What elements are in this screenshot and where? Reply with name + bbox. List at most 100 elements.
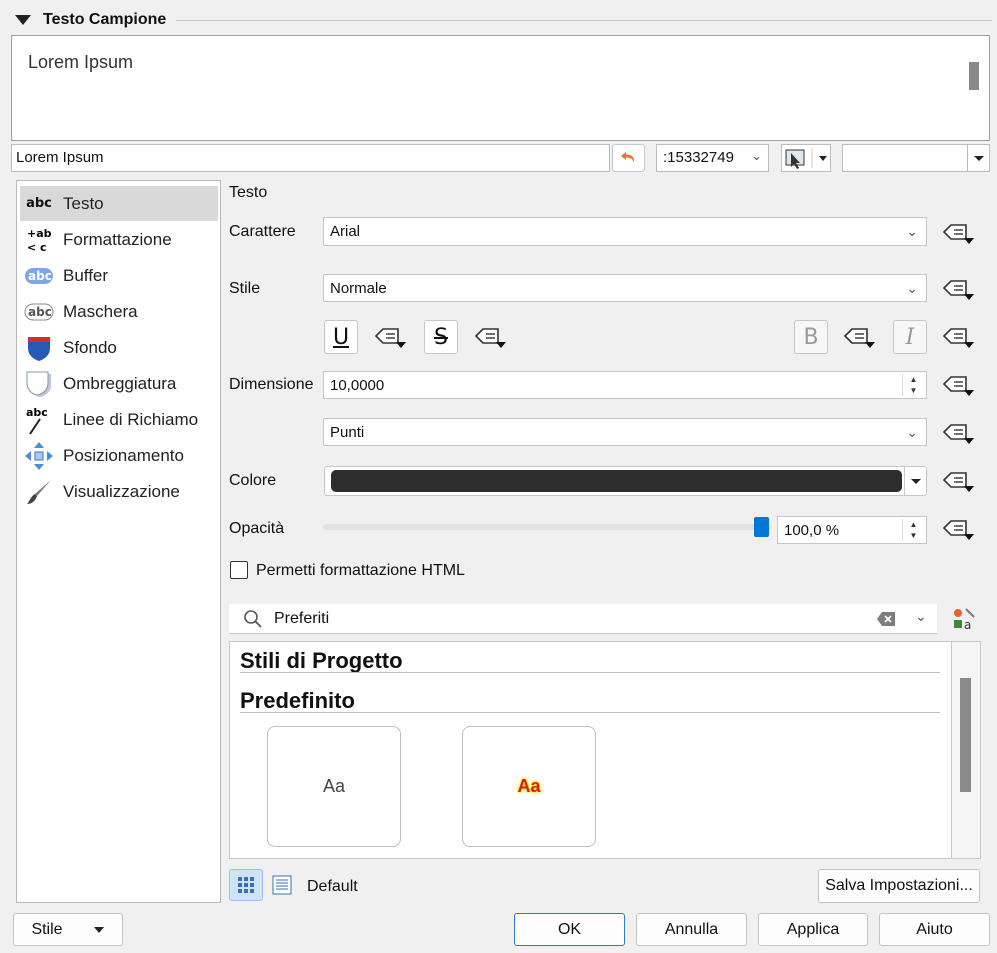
- tile-sample-text: Aa: [322, 776, 346, 796]
- opacity-spin-arrows[interactable]: ▲ ▼: [902, 519, 924, 541]
- sidebar-item-label: Testo: [63, 193, 104, 213]
- chevron-down-icon[interactable]: ⌄: [915, 608, 927, 625]
- sidebar-item-ombreggiatura[interactable]: Ombreggiatura: [20, 366, 218, 401]
- clear-search-icon[interactable]: [876, 611, 896, 627]
- style-menu-button[interactable]: Stile: [13, 913, 123, 946]
- opacity-slider[interactable]: [323, 517, 771, 537]
- data-defined-override-unit[interactable]: [941, 421, 975, 445]
- view-mode-label: Default: [307, 878, 358, 895]
- font-label: Carattere: [229, 223, 296, 240]
- data-defined-override-italic[interactable]: [941, 325, 975, 349]
- size-unit-combo[interactable]: Punti ⌄: [323, 418, 927, 446]
- preview-scale-combo[interactable]: :15332749 ⌄: [656, 144, 769, 172]
- size-spinbox[interactable]: 10,0000 ▲ ▼: [323, 371, 927, 399]
- sidebar-item-visualizzazione[interactable]: Visualizzazione: [20, 474, 218, 509]
- data-defined-override-opacity[interactable]: [941, 517, 975, 541]
- grid-view-icon: [238, 877, 254, 893]
- cancel-button[interactable]: Annulla: [636, 913, 747, 946]
- style-manager-icon[interactable]: a: [952, 607, 976, 631]
- chevron-down-icon: ⌄: [906, 424, 918, 440]
- mask-icon: abc: [24, 298, 54, 326]
- size-spin-arrows[interactable]: ▲ ▼: [902, 374, 924, 396]
- data-defined-override-strikeout[interactable]: [473, 325, 507, 349]
- data-defined-icon: [942, 280, 974, 300]
- style-combo[interactable]: Normale ⌄: [323, 274, 927, 302]
- sidebar-item-label: Maschera: [63, 301, 138, 321]
- font-combo[interactable]: Arial ⌄: [323, 217, 927, 246]
- sidebar-item-posizionamento[interactable]: Posizionamento: [20, 438, 218, 473]
- text-preview: Lorem Ipsum: [11, 35, 990, 141]
- svg-text:a: a: [964, 618, 971, 631]
- map-pick-icon: [785, 148, 827, 169]
- data-defined-icon: [942, 520, 974, 540]
- sidebar-item-buffer[interactable]: abc Buffer: [20, 258, 218, 293]
- italic-button[interactable]: I: [893, 320, 927, 354]
- data-defined-override-size[interactable]: [941, 373, 975, 397]
- ok-button[interactable]: OK: [514, 913, 625, 946]
- bold-button[interactable]: B: [794, 320, 828, 354]
- section-header[interactable]: Testo Campione: [12, 8, 992, 32]
- tile-sample-text: Aa: [517, 776, 541, 796]
- shadow-icon: [24, 370, 54, 398]
- style-search-bar[interactable]: Preferiti ⌄: [229, 604, 937, 634]
- data-defined-override-style[interactable]: [941, 277, 975, 301]
- sidebar-item-testo[interactable]: abc Testo: [20, 186, 218, 221]
- style-tile-plain[interactable]: Aa: [267, 726, 401, 847]
- section-divider: [176, 19, 992, 21]
- opacity-label: Opacità: [229, 520, 285, 537]
- sidebar-item-sfondo[interactable]: Sfondo: [20, 330, 218, 365]
- opacity-spinbox[interactable]: 100,0 % ▲ ▼: [777, 516, 927, 544]
- style-search-value: Preferiti: [274, 610, 330, 627]
- search-icon: [244, 610, 262, 628]
- dropdown-arrow-icon: [911, 479, 921, 484]
- dropdown-arrow-icon: [974, 156, 984, 161]
- html-formatting-label: Permetti formattazione HTML: [256, 562, 465, 579]
- background-color-combo[interactable]: [842, 144, 990, 172]
- sample-text-input[interactable]: Lorem Ipsum: [11, 144, 610, 172]
- scrollbar-thumb[interactable]: [960, 678, 971, 792]
- icon-view-button[interactable]: [229, 869, 263, 901]
- data-defined-icon: [942, 328, 974, 348]
- pick-scale-button[interactable]: [781, 144, 831, 172]
- apply-button[interactable]: Applica: [758, 913, 868, 946]
- buffer-icon: abc: [24, 262, 54, 290]
- data-defined-override-bold[interactable]: [842, 325, 876, 349]
- data-defined-override-underline[interactable]: [373, 325, 407, 349]
- svg-text:< c: < c: [27, 241, 47, 254]
- reset-sample-button[interactable]: [612, 144, 645, 172]
- sidebar-item-maschera[interactable]: abc Maschera: [20, 294, 218, 329]
- html-formatting-checkbox[interactable]: [230, 561, 248, 579]
- sidebar-item-label: Posizionamento: [63, 445, 184, 465]
- data-defined-icon: [942, 224, 974, 244]
- style-gallery-scrollbar[interactable]: [952, 641, 981, 859]
- preview-scrollbar[interactable]: [969, 62, 979, 90]
- style-tile-buffered[interactable]: Aa: [462, 726, 596, 847]
- sidebar-item-linee-di-richiamo[interactable]: abc Linee di Richiamo: [20, 402, 218, 437]
- save-settings-button[interactable]: Salva Impostazioni...: [818, 869, 980, 903]
- sidebar-item-label: Buffer: [63, 265, 109, 285]
- help-button[interactable]: Aiuto: [879, 913, 990, 946]
- style-gallery: Stili di Progetto Predefinito Aa Aa: [229, 641, 952, 859]
- style-label: Stile: [229, 280, 261, 297]
- opacity-slider-handle[interactable]: [754, 517, 769, 537]
- settings-sidebar: abc Testo +ab < c Formattazione abc Buffe…: [16, 180, 221, 903]
- collapse-triangle-icon[interactable]: [15, 15, 31, 25]
- data-defined-icon: [942, 472, 974, 492]
- italic-icon: I: [905, 324, 915, 350]
- font-value: Arial: [330, 223, 361, 240]
- data-defined-override-font[interactable]: [941, 221, 975, 245]
- underline-button[interactable]: U: [324, 320, 358, 354]
- placement-icon: [24, 441, 54, 470]
- size-value: 10,0000: [330, 376, 385, 394]
- svg-text:+ab: +ab: [27, 227, 52, 240]
- opacity-value: 100,0 %: [784, 521, 840, 539]
- strikeout-button[interactable]: S: [424, 320, 458, 354]
- unit-value: Punti: [330, 423, 365, 441]
- sidebar-item-formattazione[interactable]: +ab < c Formattazione: [20, 222, 218, 257]
- data-defined-override-color[interactable]: [941, 469, 975, 493]
- list-view-button[interactable]: [267, 869, 297, 901]
- style-menu-label: Stile: [31, 920, 63, 938]
- section-title: Testo Campione: [43, 11, 167, 28]
- style-value: Normale: [330, 279, 387, 297]
- color-button[interactable]: [324, 466, 927, 496]
